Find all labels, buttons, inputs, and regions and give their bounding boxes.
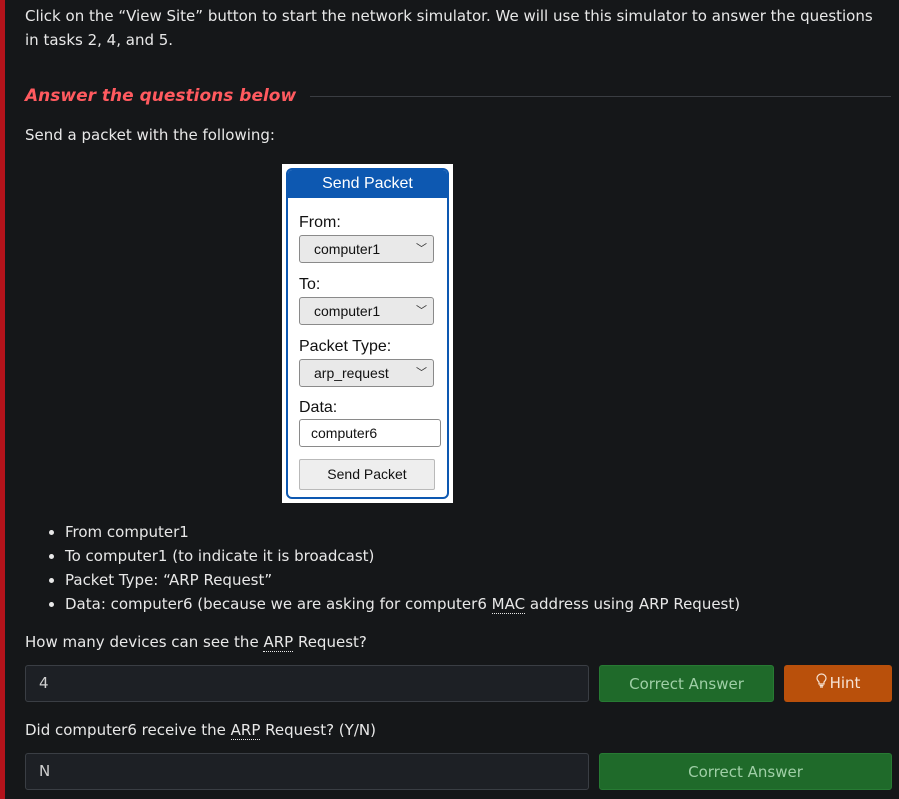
packet-type-label: Packet Type: bbox=[299, 338, 392, 355]
send-packet-title: Send Packet bbox=[288, 170, 447, 198]
list-item: Packet Type: “ARP Request” bbox=[65, 568, 740, 592]
arp-abbreviation: ARP bbox=[230, 721, 261, 740]
question-text: Request? bbox=[293, 633, 367, 651]
answer-heading: Answer the questions below bbox=[25, 86, 297, 106]
send-packet-panel: Send Packet From: computer1 ﹀ To: comput… bbox=[286, 168, 449, 499]
to-select-value: computer1 bbox=[314, 303, 381, 319]
answer-input-1[interactable]: 4 bbox=[25, 665, 589, 702]
packet-type-select: arp_request ﹀ bbox=[299, 359, 434, 387]
from-select-value: computer1 bbox=[314, 241, 381, 257]
answer-section-header: Answer the questions below bbox=[25, 84, 891, 108]
heading-divider bbox=[310, 95, 891, 97]
list-item-text: address using ARP Request) bbox=[525, 595, 741, 613]
to-select: computer1 ﹀ bbox=[299, 297, 434, 325]
send-packet-instruction: Send a packet with the following: bbox=[25, 126, 275, 144]
data-label: Data: bbox=[299, 399, 338, 416]
from-select: computer1 ﹀ bbox=[299, 235, 434, 263]
to-label: To: bbox=[299, 276, 321, 293]
mac-abbreviation: MAC bbox=[491, 595, 526, 614]
send-packet-screenshot: Send Packet From: computer1 ﹀ To: comput… bbox=[282, 164, 453, 503]
question-text: Request? (Y/N) bbox=[260, 721, 376, 739]
arp-abbreviation: ARP bbox=[263, 633, 294, 652]
list-item: Data: computer6 (because we are asking f… bbox=[65, 592, 740, 616]
chevron-down-icon: ﹀ bbox=[416, 367, 427, 379]
correct-answer-button-2[interactable]: Correct Answer bbox=[599, 753, 892, 790]
answer-input-2[interactable]: N bbox=[25, 753, 589, 790]
question-2: Did computer6 receive the ARP Request? (… bbox=[25, 721, 376, 740]
list-item-text: Data: computer6 (because we are asking f… bbox=[65, 595, 492, 613]
list-item: To computer1 (to indicate it is broadcas… bbox=[65, 544, 740, 568]
correct-answer-button-1[interactable]: Correct Answer bbox=[599, 665, 774, 702]
lightbulb-icon bbox=[815, 665, 827, 702]
hint-label: Hint bbox=[829, 674, 861, 692]
packet-settings-list: From computer1 To computer1 (to indicate… bbox=[25, 520, 740, 616]
left-accent-bar bbox=[0, 0, 5, 799]
send-packet-button: Send Packet bbox=[299, 459, 435, 490]
hint-button[interactable]: Hint bbox=[784, 665, 892, 702]
data-input: computer6 bbox=[299, 419, 441, 447]
chevron-down-icon: ﹀ bbox=[416, 243, 427, 255]
chevron-down-icon: ﹀ bbox=[416, 305, 427, 317]
packet-type-value: arp_request bbox=[314, 365, 389, 381]
question-text: How many devices can see the bbox=[25, 633, 264, 651]
question-1: How many devices can see the ARP Request… bbox=[25, 633, 367, 652]
from-label: From: bbox=[299, 214, 341, 231]
list-item: From computer1 bbox=[65, 520, 740, 544]
intro-text: Click on the “View Site” button to start… bbox=[25, 7, 873, 49]
question-text: Did computer6 receive the bbox=[25, 721, 231, 739]
